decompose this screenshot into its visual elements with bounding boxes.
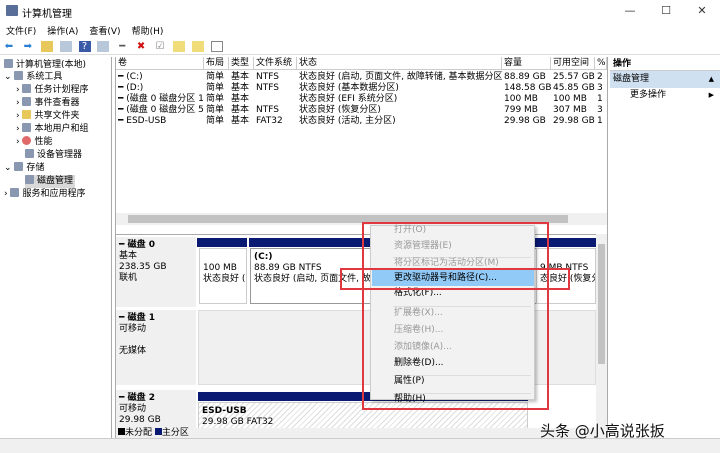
- menu-action[interactable]: 操作(A): [41, 22, 83, 37]
- delete-icon[interactable]: ✖: [135, 41, 147, 52]
- menu-help[interactable]: 帮助(H): [126, 22, 169, 37]
- cell-layout: 简单: [206, 116, 225, 126]
- device-icon: [25, 149, 34, 158]
- export-icon[interactable]: [191, 41, 204, 52]
- disk-1-label[interactable]: ━ 磁盘 1 可移动 无媒体: [116, 310, 196, 385]
- check-icon[interactable]: ☑: [154, 41, 166, 52]
- show-hide-tree-icon[interactable]: [59, 41, 72, 52]
- back-icon[interactable]: ⬅: [3, 41, 15, 52]
- up-folder-icon[interactable]: [40, 41, 53, 52]
- services-icon: [10, 188, 20, 197]
- close-button[interactable]: ✕: [684, 0, 720, 22]
- tree-item-device-manager[interactable]: 设备管理器: [25, 149, 82, 162]
- storage-icon: [14, 162, 24, 171]
- disk-icon: [25, 175, 34, 184]
- legend-swatch-unallocated: [118, 428, 125, 435]
- cell-filesystem: FAT32: [256, 116, 283, 126]
- scrollbar-thumb[interactable]: [598, 244, 605, 364]
- forward-icon[interactable]: ➡: [22, 41, 34, 52]
- tree-item-services[interactable]: › 服务和应用程序: [4, 188, 85, 201]
- navigation-tree: 计算机管理(本地) ⌄ 系统工具 › 任务计划程序 › 事件查看器 › 共享文件…: [0, 57, 112, 438]
- tree-item-storage[interactable]: ⌄ 存储: [4, 162, 44, 175]
- minimize-button[interactable]: —: [612, 0, 648, 22]
- window-title: 计算机管理: [22, 9, 72, 20]
- menu-file[interactable]: 文件(F): [0, 22, 41, 37]
- column-header-percent[interactable]: %: [595, 57, 607, 70]
- legend-swatch-primary: [154, 428, 162, 435]
- tree-item-event-viewer[interactable]: › 事件查看器: [16, 97, 79, 110]
- collapse-icon: ▲: [708, 75, 714, 83]
- actions-pane: 操作 磁盘管理 ▲ 更多操作 ▶: [610, 57, 720, 438]
- cell-percent: 1: [597, 116, 603, 126]
- tree-item-disk-management[interactable]: 磁盘管理: [25, 175, 76, 188]
- performance-icon: [22, 136, 32, 145]
- cell-type: 基本: [231, 116, 250, 126]
- maximize-button[interactable]: ☐: [648, 0, 684, 22]
- disconnect-icon[interactable]: ━: [116, 41, 128, 52]
- annotation-box: [340, 268, 570, 290]
- app-icon: [6, 5, 18, 16]
- cell-capacity: 29.98 GB: [504, 116, 546, 126]
- properties-icon[interactable]: [97, 41, 110, 52]
- actions-header: 操作: [610, 57, 720, 71]
- new-icon[interactable]: [172, 41, 185, 52]
- help-icon[interactable]: ?: [78, 41, 91, 52]
- partition-bar: [197, 238, 247, 247]
- actions-section-disk-management[interactable]: 磁盘管理 ▲: [610, 71, 720, 88]
- column-header-free-space[interactable]: 可用空间: [551, 57, 595, 70]
- tree-item-local-users[interactable]: › 本地用户和组: [16, 123, 88, 136]
- partition-efi[interactable]: 100 MB 状态良好 (E: [199, 248, 247, 304]
- folder-icon: [22, 110, 32, 119]
- title-bar: 计算机管理 — ☐ ✕: [0, 0, 720, 22]
- computer-icon: [4, 59, 13, 68]
- cell-volume: ━ ESD-USB: [118, 116, 167, 126]
- cell-status: 状态良好 (活动, 主分区): [299, 116, 396, 126]
- annotation-box: [362, 222, 549, 410]
- watermark: 头条 @小高说张扳: [540, 422, 665, 440]
- cell-free-space: 29.98 GB: [553, 116, 595, 126]
- column-header-layout[interactable]: 布局: [204, 57, 229, 70]
- column-header-capacity[interactable]: 容量: [502, 57, 551, 70]
- tree-item-performance[interactable]: › 性能: [16, 136, 52, 149]
- tree-item-system-tools[interactable]: ⌄ 系统工具: [4, 71, 62, 84]
- more-actions[interactable]: 更多操作 ▶: [610, 88, 720, 103]
- menu-bar: 文件(F) 操作(A) 查看(V) 帮助(H): [0, 22, 720, 38]
- tools-icon: [14, 71, 24, 80]
- clock-icon: [22, 84, 32, 93]
- toolbar: ⬅ ➡ ? ━ ✖ ☑: [0, 38, 720, 55]
- tree-item-task-scheduler[interactable]: › 任务计划程序: [16, 84, 88, 97]
- column-header-volume[interactable]: 卷: [116, 57, 204, 70]
- users-icon: [22, 123, 32, 132]
- window-icon[interactable]: [210, 41, 223, 52]
- tree-item-shared-folders[interactable]: › 共享文件夹: [16, 110, 79, 123]
- disk-0-label[interactable]: ━ 磁盘 0 基本 238.35 GB 联机: [116, 237, 196, 307]
- event-icon: [22, 97, 32, 106]
- disk-2-label[interactable]: ━ 磁盘 2 可移动 29.98 GB: [116, 390, 196, 430]
- column-header-filesystem[interactable]: 文件系统: [254, 57, 297, 70]
- chevron-right-icon: ▶: [708, 91, 714, 99]
- column-header-type[interactable]: 类型: [229, 57, 254, 70]
- menu-view[interactable]: 查看(V): [83, 22, 125, 37]
- vertical-scrollbar[interactable]: [596, 234, 607, 438]
- column-header-status[interactable]: 状态: [297, 57, 502, 70]
